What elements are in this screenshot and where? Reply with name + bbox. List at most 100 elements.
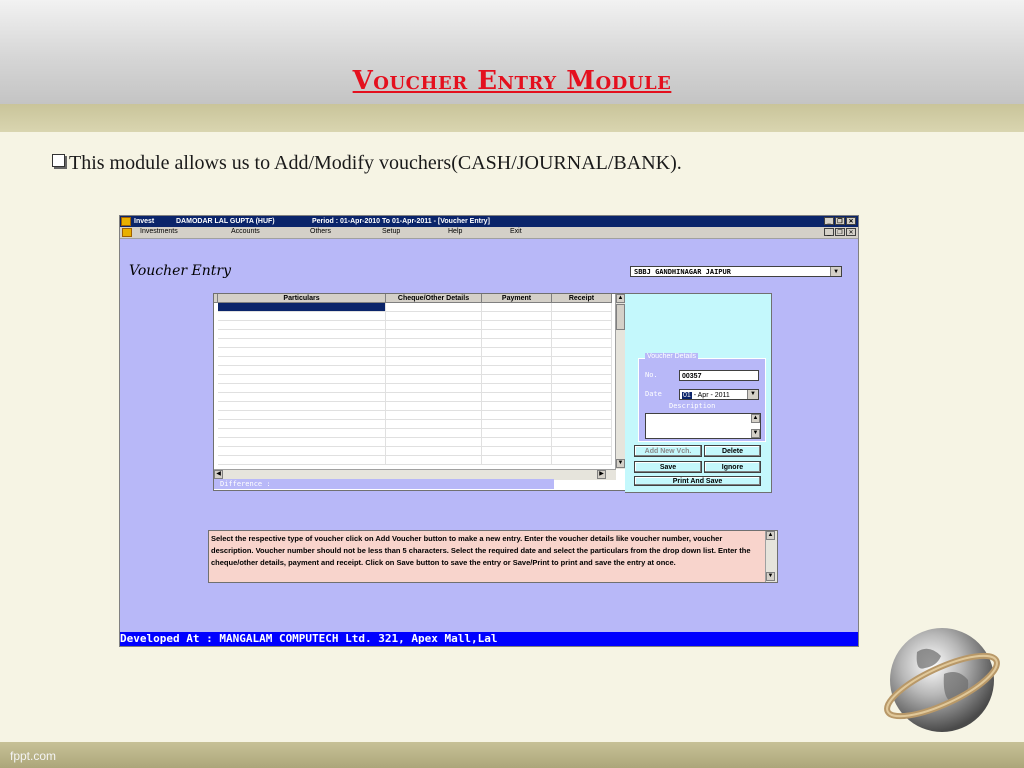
grid-cell[interactable] bbox=[552, 303, 612, 311]
scroll-left-icon[interactable]: ◀ bbox=[214, 470, 223, 479]
grid-cell[interactable] bbox=[218, 366, 386, 374]
grid-row[interactable] bbox=[218, 348, 612, 357]
grid-row[interactable] bbox=[218, 312, 612, 321]
grid-cell[interactable] bbox=[386, 420, 482, 428]
column-header-cheque[interactable]: Cheque/Other Details bbox=[386, 294, 482, 303]
grid-cell[interactable] bbox=[552, 339, 612, 347]
grid-cell[interactable] bbox=[552, 312, 612, 320]
grid-row[interactable] bbox=[218, 429, 612, 438]
grid-cell[interactable] bbox=[218, 420, 386, 428]
bank-account-select[interactable]: SBBJ GANDHINAGAR JAIPUR ▼ bbox=[630, 266, 842, 277]
grid-cell[interactable] bbox=[482, 348, 552, 356]
grid-cell[interactable] bbox=[218, 348, 386, 356]
grid-cell[interactable] bbox=[386, 357, 482, 365]
delete-button[interactable]: Delete bbox=[704, 445, 761, 457]
grid-cell[interactable] bbox=[482, 456, 552, 464]
grid-cell[interactable] bbox=[218, 393, 386, 401]
grid-cell[interactable] bbox=[218, 330, 386, 338]
grid-row[interactable] bbox=[218, 357, 612, 366]
grid-cell[interactable] bbox=[552, 411, 612, 419]
column-header-payment[interactable]: Payment bbox=[482, 294, 552, 303]
minimize-icon[interactable]: _ bbox=[824, 217, 834, 225]
grid-row[interactable] bbox=[218, 339, 612, 348]
grid-cell[interactable] bbox=[482, 321, 552, 329]
help-scroll-down-icon[interactable]: ▼ bbox=[766, 572, 775, 581]
grid-cell[interactable] bbox=[552, 357, 612, 365]
save-button[interactable]: Save bbox=[634, 461, 702, 473]
menu-help[interactable]: Help bbox=[448, 228, 462, 235]
grid-cell[interactable] bbox=[482, 303, 552, 311]
grid-cell[interactable] bbox=[218, 447, 386, 455]
grid-cell[interactable] bbox=[482, 429, 552, 437]
grid-cell[interactable] bbox=[482, 339, 552, 347]
grid-cell[interactable] bbox=[386, 312, 482, 320]
grid-cell[interactable] bbox=[386, 384, 482, 392]
desc-scroll-down-icon[interactable]: ▼ bbox=[751, 429, 760, 438]
child-minimize-icon[interactable]: _ bbox=[824, 228, 834, 236]
voucher-date-picker[interactable]: 01 - Apr - 2011 ▼ bbox=[679, 389, 759, 400]
menu-others[interactable]: Others bbox=[310, 228, 331, 235]
close-icon[interactable]: ✕ bbox=[846, 217, 856, 225]
grid-cell[interactable] bbox=[218, 375, 386, 383]
voucher-no-input[interactable]: 00357 bbox=[679, 370, 759, 381]
grid-cell[interactable] bbox=[552, 447, 612, 455]
grid-cell[interactable] bbox=[218, 438, 386, 446]
grid-cell[interactable] bbox=[552, 438, 612, 446]
grid-row[interactable] bbox=[218, 411, 612, 420]
grid-cell[interactable] bbox=[482, 411, 552, 419]
grid-cell[interactable] bbox=[386, 438, 482, 446]
grid-row[interactable] bbox=[218, 456, 612, 465]
grid-row[interactable] bbox=[218, 330, 612, 339]
voucher-entry-grid[interactable]: Particulars Cheque/Other Details Payment… bbox=[213, 293, 627, 491]
grid-cell[interactable] bbox=[218, 429, 386, 437]
add-new-voucher-button[interactable]: Add New Vch. bbox=[634, 445, 702, 457]
column-header-receipt[interactable]: Receipt bbox=[552, 294, 612, 303]
date-day[interactable]: 01 bbox=[682, 392, 692, 399]
column-header-particulars[interactable]: Particulars bbox=[218, 294, 386, 303]
grid-cell[interactable] bbox=[552, 330, 612, 338]
grid-cell[interactable] bbox=[386, 330, 482, 338]
grid-row[interactable] bbox=[218, 393, 612, 402]
child-restore-icon[interactable]: ❐ bbox=[835, 228, 845, 236]
scroll-up-icon[interactable]: ▲ bbox=[616, 294, 625, 303]
grid-cell[interactable] bbox=[218, 456, 386, 464]
grid-cell[interactable] bbox=[218, 411, 386, 419]
grid-cell[interactable] bbox=[386, 456, 482, 464]
grid-cell[interactable] bbox=[482, 312, 552, 320]
grid-cell[interactable] bbox=[552, 420, 612, 428]
grid-row[interactable] bbox=[218, 402, 612, 411]
help-scroll-up-icon[interactable]: ▲ bbox=[766, 531, 775, 540]
description-textarea[interactable]: ▲ ▼ bbox=[645, 413, 761, 439]
scroll-thumb[interactable] bbox=[616, 304, 625, 330]
scroll-down-icon[interactable]: ▼ bbox=[616, 459, 625, 468]
help-scrollbar[interactable]: ▲ ▼ bbox=[765, 531, 777, 582]
grid-cell[interactable] bbox=[482, 384, 552, 392]
grid-cell[interactable] bbox=[552, 375, 612, 383]
grid-cell[interactable] bbox=[218, 303, 386, 311]
grid-cell[interactable] bbox=[482, 366, 552, 374]
menu-setup[interactable]: Setup bbox=[382, 228, 400, 235]
grid-cell[interactable] bbox=[218, 402, 386, 410]
grid-cell[interactable] bbox=[552, 384, 612, 392]
grid-cell[interactable] bbox=[386, 402, 482, 410]
grid-cell[interactable] bbox=[482, 402, 552, 410]
grid-cell[interactable] bbox=[386, 411, 482, 419]
menu-accounts[interactable]: Accounts bbox=[231, 228, 260, 235]
grid-cell[interactable] bbox=[482, 420, 552, 428]
grid-cell[interactable] bbox=[218, 312, 386, 320]
menu-exit[interactable]: Exit bbox=[510, 228, 522, 235]
grid-row[interactable] bbox=[218, 447, 612, 456]
grid-cell[interactable] bbox=[386, 375, 482, 383]
grid-cell[interactable] bbox=[552, 321, 612, 329]
date-dropdown-icon[interactable]: ▼ bbox=[747, 390, 758, 399]
grid-cell[interactable] bbox=[386, 321, 482, 329]
grid-row[interactable] bbox=[218, 303, 612, 312]
grid-cell[interactable] bbox=[552, 348, 612, 356]
grid-row[interactable] bbox=[218, 420, 612, 429]
grid-row[interactable] bbox=[218, 438, 612, 447]
grid-cell[interactable] bbox=[218, 384, 386, 392]
grid-cell[interactable] bbox=[386, 447, 482, 455]
grid-cell[interactable] bbox=[482, 357, 552, 365]
grid-cell[interactable] bbox=[552, 366, 612, 374]
grid-cell[interactable] bbox=[482, 330, 552, 338]
